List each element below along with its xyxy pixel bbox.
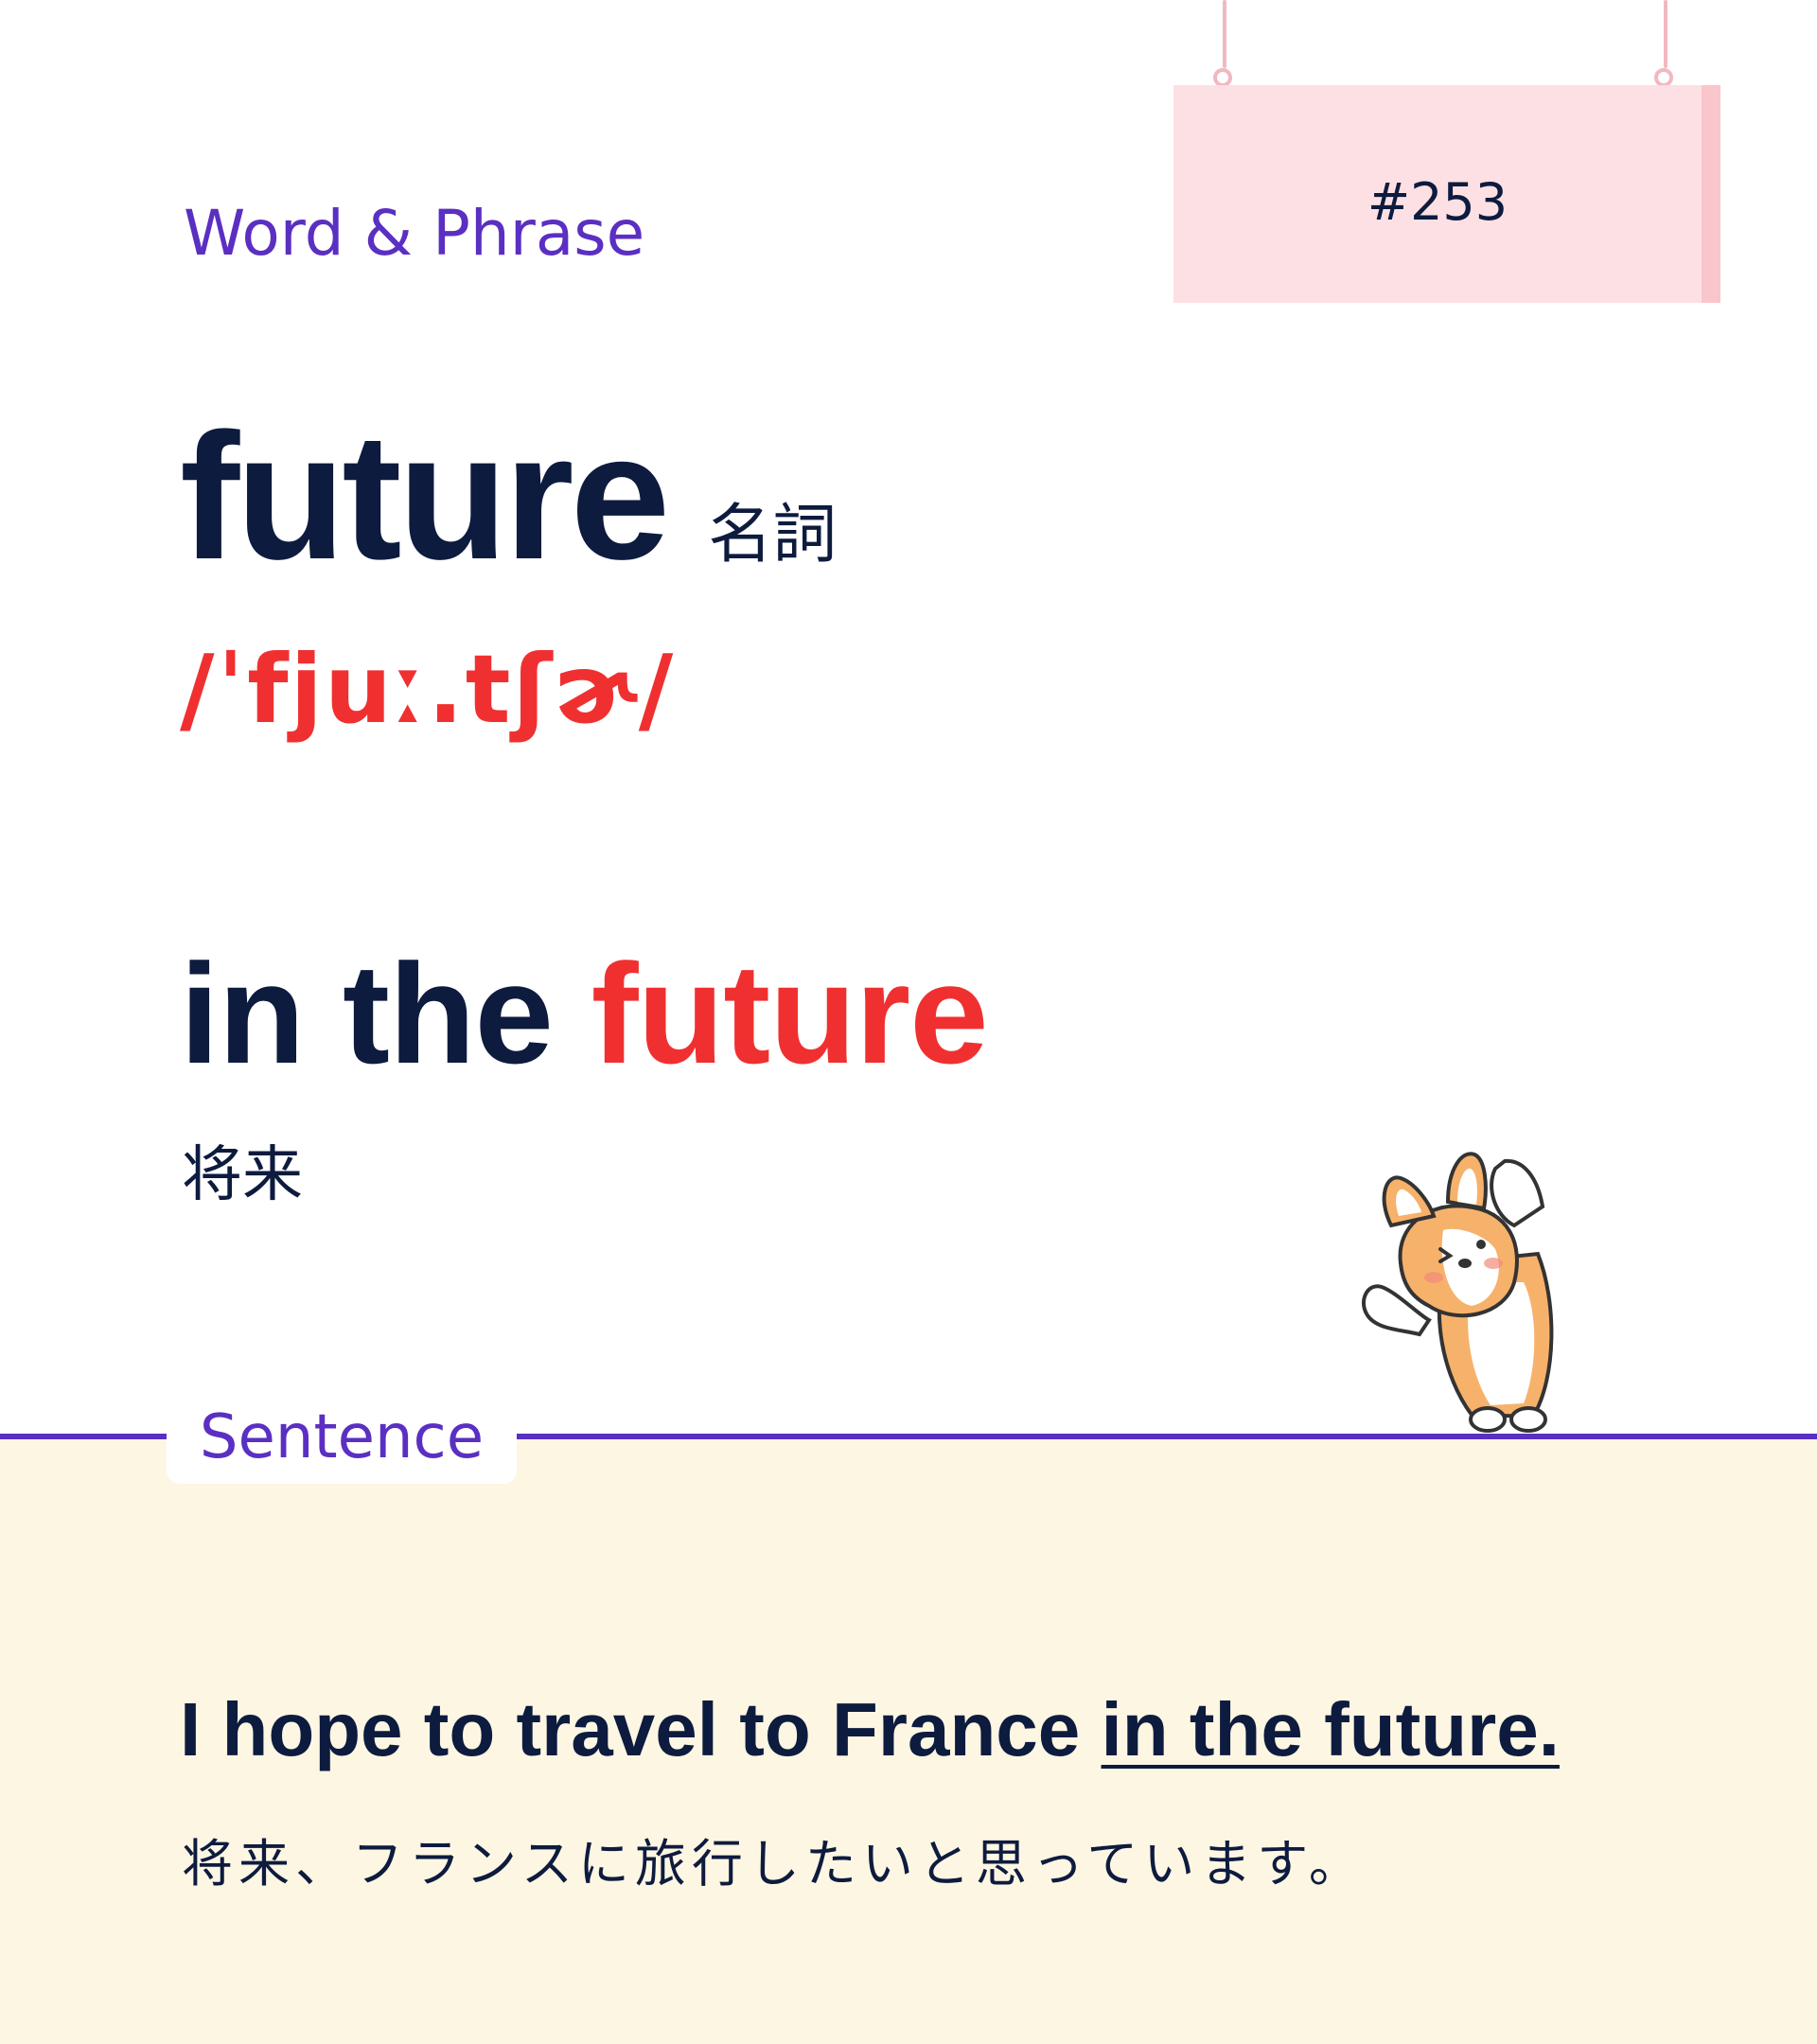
example-sentence: I hope to travel to France in the future… <box>180 1686 1560 1773</box>
sign-string-left <box>1223 0 1226 68</box>
category-label: Word & Phrase <box>184 197 645 270</box>
sentence-tab: Sentence <box>167 1391 517 1484</box>
number-sign: #253 <box>1173 85 1720 303</box>
example-sentence-prefix: I hope to travel to France <box>180 1687 1102 1771</box>
phrase: in the future <box>180 932 989 1096</box>
main-word: future <box>180 396 670 597</box>
example-sentence-phrase: in the future. <box>1101 1687 1560 1771</box>
sign-hook-left-icon <box>1213 68 1232 87</box>
part-of-speech: 名詞 <box>708 498 838 573</box>
pronunciation: /ˈfjuː.tʃɚ/ <box>180 634 676 745</box>
phrase-highlight: future <box>591 934 989 1093</box>
phrase-translation: 将来 <box>182 1140 303 1210</box>
card-number: #253 <box>1367 172 1508 232</box>
sign-string-right <box>1664 0 1667 68</box>
sign-hook-right-icon <box>1654 68 1673 87</box>
word-row: future 名詞 <box>180 397 837 587</box>
phrase-prefix: in the <box>180 934 591 1093</box>
sentence-section-label: Sentence <box>199 1402 485 1472</box>
corgi-stretching-icon <box>1362 1152 1554 1433</box>
example-sentence-translation: 将来、フランスに旅行したいと思っています。 <box>182 1834 1366 1894</box>
